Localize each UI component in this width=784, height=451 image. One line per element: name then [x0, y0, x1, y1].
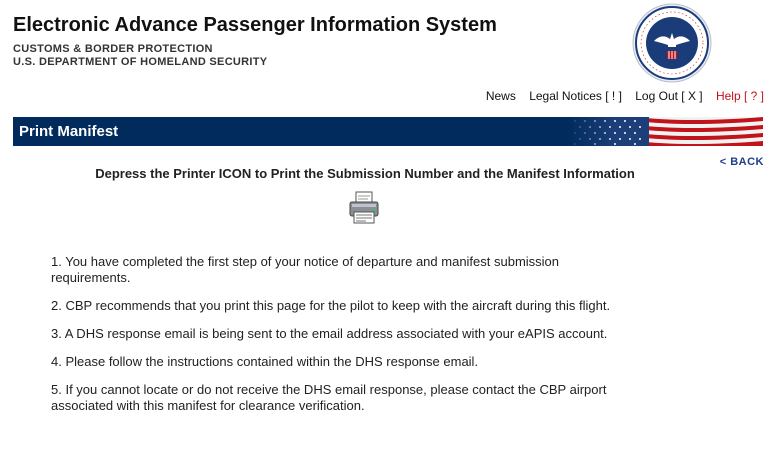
instruction-item: 3. A DHS response email is being sent to…	[51, 326, 608, 341]
printer-icon[interactable]	[348, 191, 380, 225]
section-title-bar: Print Manifest	[13, 117, 763, 146]
instruction-item: 4. Please follow the instructions contai…	[51, 354, 479, 369]
instruction-item: 1. You have completed the first step of …	[51, 254, 560, 285]
instructions-list: 1. You have completed the first step of …	[51, 254, 611, 426]
site-header: Electronic Advance Passenger Information…	[13, 14, 497, 69]
nav-help-link[interactable]: Help [ ? ]	[716, 89, 764, 103]
department-name: U.S. DEPARTMENT OF HOMELAND SECURITY	[13, 56, 268, 68]
nav-news-link[interactable]: News	[486, 89, 516, 103]
site-title: Electronic Advance Passenger Information…	[13, 14, 497, 36]
agency-name: CUSTOMS & BORDER PROTECTION	[13, 43, 213, 55]
us-flag-icon	[567, 117, 763, 146]
nav-logout-link[interactable]: Log Out [ X ]	[635, 89, 702, 103]
instruction-item: 5. If you cannot locate or do not receiv…	[51, 382, 607, 413]
instruction-item: 2. CBP recommends that you print this pa…	[51, 298, 611, 313]
cbp-seal-icon	[632, 3, 712, 83]
page-title: Print Manifest	[19, 123, 119, 140]
top-navigation: News Legal Notices [ ! ] Log Out [ X ] H…	[476, 89, 764, 103]
nav-legal-notices-link[interactable]: Legal Notices [ ! ]	[529, 89, 622, 103]
print-instruction-heading: Depress the Printer ICON to Print the Su…	[95, 166, 635, 181]
